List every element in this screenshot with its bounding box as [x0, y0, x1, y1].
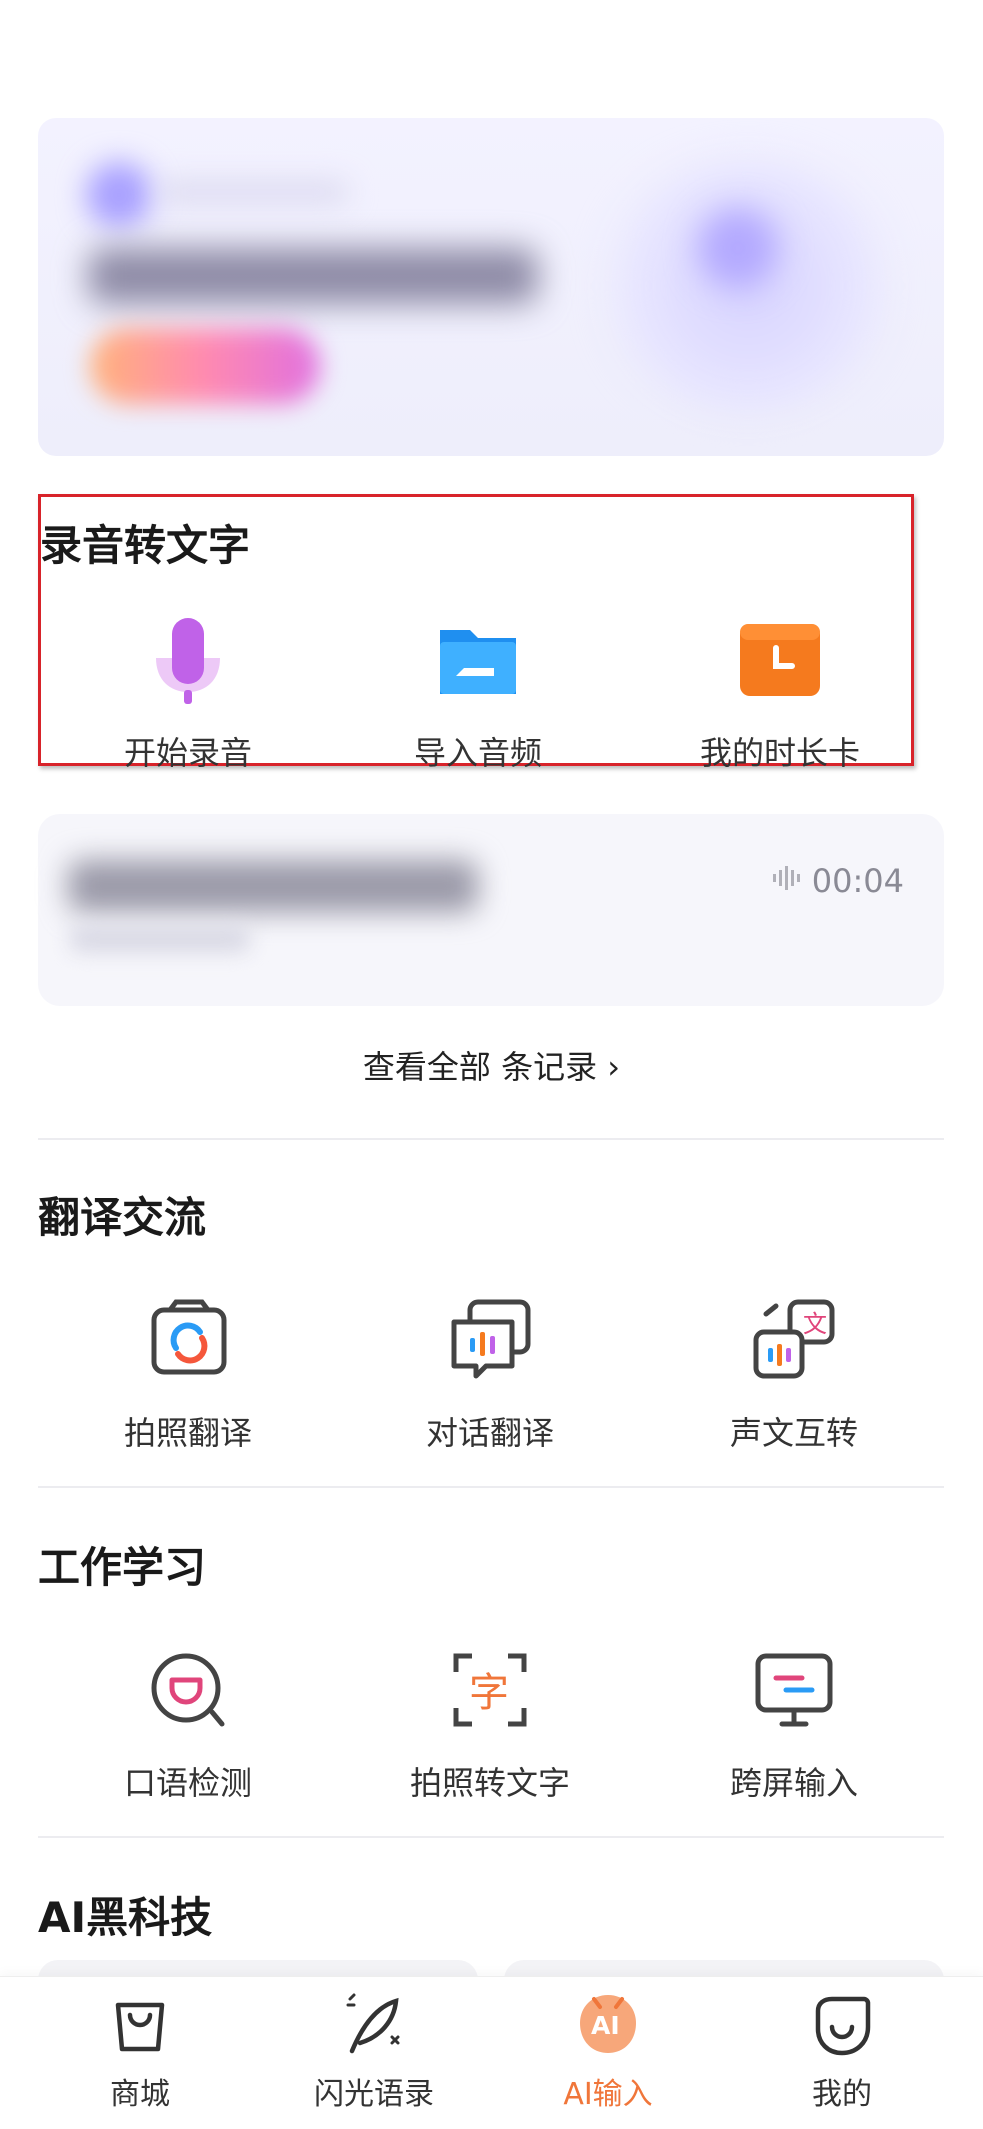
record-meta-blur: [70, 926, 250, 952]
banner-art-accent: [698, 208, 778, 288]
scan-text-button[interactable]: 字 拍照转文字: [360, 1642, 620, 1804]
shopping-bag-icon: [106, 1991, 174, 2059]
tab-profile[interactable]: 我的: [742, 1991, 942, 2113]
cross-screen-icon: [746, 1642, 842, 1738]
ai-input-icon: AI: [574, 1991, 642, 2059]
divider: [38, 1138, 944, 1140]
photo-translate-button[interactable]: 拍照翻译: [58, 1292, 318, 1454]
waveform-icon: [772, 862, 802, 900]
dialog-translate-button[interactable]: 对话翻译: [360, 1292, 620, 1454]
speech-check-icon: [140, 1642, 236, 1738]
profile-smile-icon: [808, 1991, 876, 2059]
cross-screen-input-button[interactable]: 跨屏输入: [664, 1642, 924, 1804]
translate-section-title: 翻译交流: [38, 1193, 207, 1242]
folder-icon: [430, 612, 526, 708]
dialog-translate-icon: [442, 1292, 538, 1388]
tab-shop[interactable]: 商城: [40, 1991, 240, 2113]
microphone-icon: [140, 612, 236, 708]
recent-record-card[interactable]: 00:04: [38, 814, 944, 1006]
recording-section-title: 录音转文字: [40, 521, 251, 570]
bottom-tab-bar: 商城 闪光语录 AI AI输入 我的: [0, 1976, 983, 2129]
banner-avatar: [86, 162, 152, 228]
clock-icon: [732, 612, 828, 708]
ai-section-title: AI黑科技: [38, 1893, 213, 1942]
tab-flash-quotes[interactable]: 闪光语录: [274, 1991, 474, 2113]
record-duration: 00:04: [772, 862, 904, 900]
svg-text:AI: AI: [591, 2011, 620, 2040]
svg-text:字: 字: [469, 1670, 509, 1716]
voice-text-convert-icon: 文: [746, 1292, 842, 1388]
speech-check-button[interactable]: 口语检测: [58, 1642, 318, 1804]
feather-icon: [340, 1991, 408, 2059]
import-audio-button[interactable]: 导入音频: [348, 612, 608, 774]
work-section-title: 工作学习: [38, 1543, 207, 1592]
banner-subtitle-blur: [158, 182, 348, 202]
divider: [38, 1486, 944, 1488]
record-title-blur: [68, 860, 478, 912]
banner-cta-button[interactable]: [90, 328, 320, 404]
banner-title-blur: [88, 248, 538, 304]
view-all-records-link[interactable]: 查看全部 条记录 ›: [0, 1042, 983, 1088]
start-recording-button[interactable]: 开始录音: [58, 612, 318, 774]
tab-ai-input[interactable]: AI AI输入: [508, 1991, 708, 2113]
promo-banner[interactable]: [38, 118, 944, 456]
voice-text-convert-button[interactable]: 文 声文互转: [664, 1292, 924, 1454]
svg-text:文: 文: [803, 1310, 827, 1338]
camera-translate-icon: [140, 1292, 236, 1388]
scan-text-icon: 字: [442, 1642, 538, 1738]
divider: [38, 1836, 944, 1838]
duration-card-button[interactable]: 我的时长卡: [650, 612, 910, 774]
